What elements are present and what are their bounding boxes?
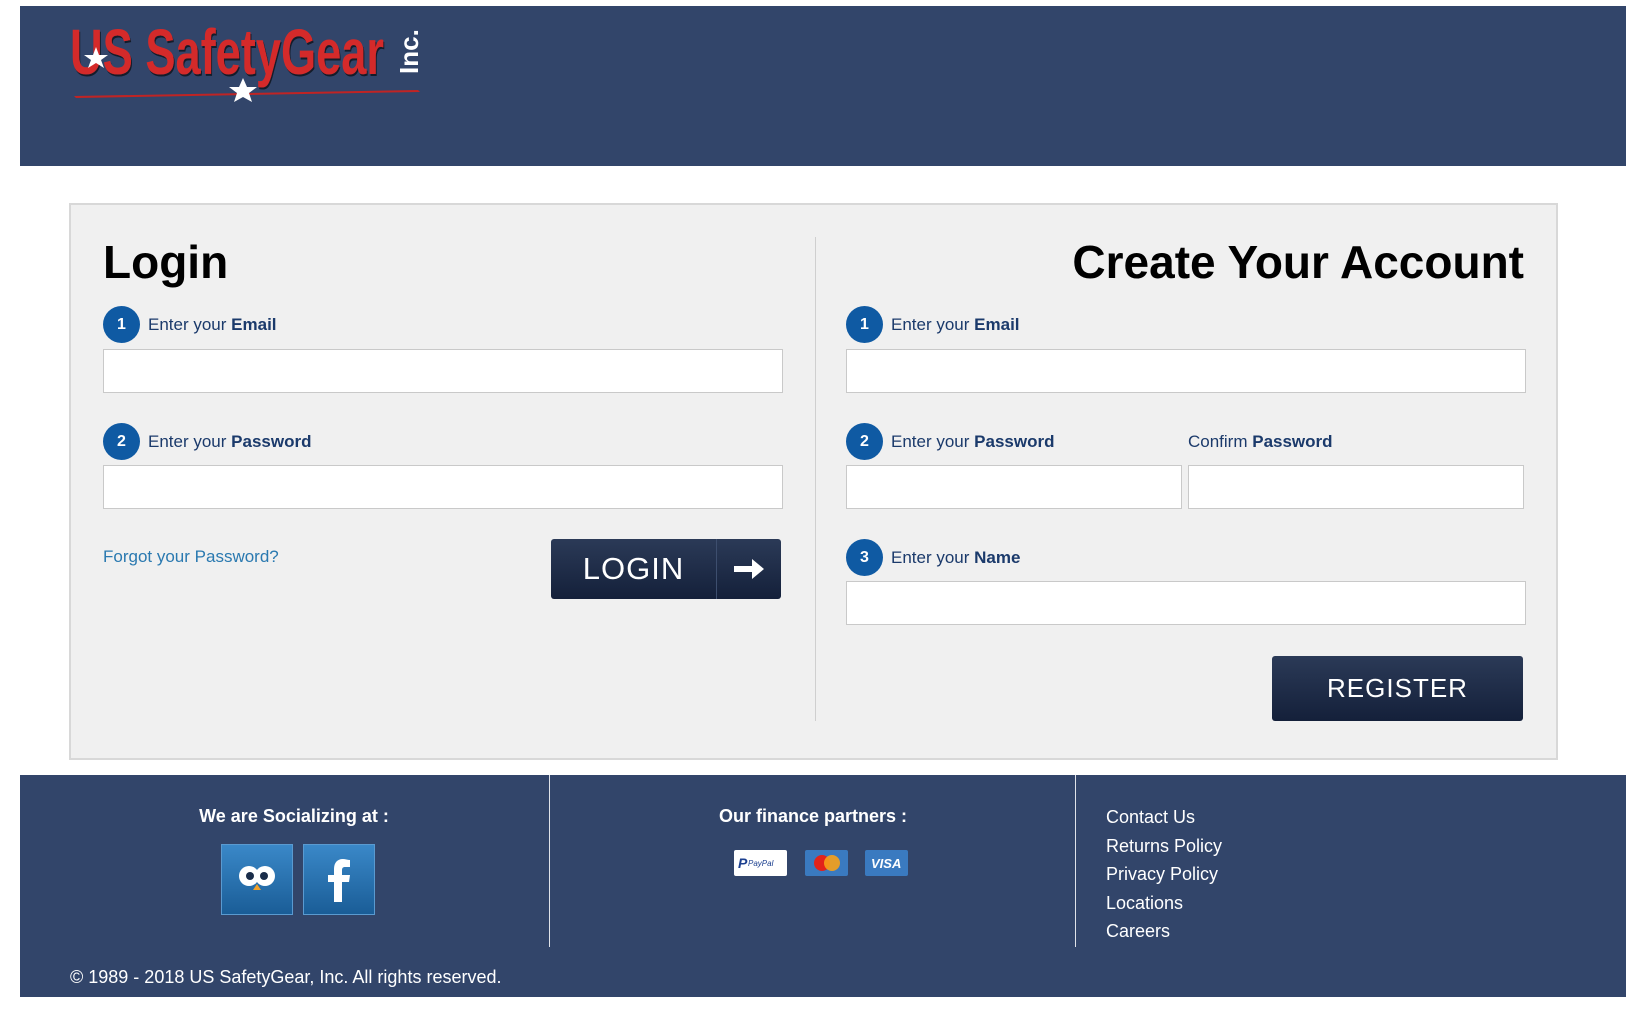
step-badge: 1 xyxy=(103,306,140,343)
step-badge: 3 xyxy=(846,539,883,576)
login-email-label: 1 Enter your Email xyxy=(103,306,277,343)
register-name-input[interactable] xyxy=(846,581,1526,625)
register-password-label: 2 Enter your Password xyxy=(846,423,1054,460)
login-title: Login xyxy=(103,236,229,288)
footer-link-privacy-policy[interactable]: Privacy Policy xyxy=(1106,860,1222,889)
mastercard-icon xyxy=(805,850,848,876)
footer-link-careers[interactable]: Careers xyxy=(1106,917,1222,946)
footer-divider xyxy=(549,775,550,947)
login-password-label: 2 Enter your Password xyxy=(103,423,311,460)
column-divider xyxy=(815,237,816,721)
visa-icon: VISA xyxy=(865,850,908,876)
social-heading: We are Socializing at : xyxy=(199,806,389,826)
site-footer: We are Socializing at : Our finance part… xyxy=(20,775,1626,997)
owl-social-icon[interactable] xyxy=(221,844,293,915)
register-name-label: 3 Enter your Name xyxy=(846,539,1020,576)
login-email-input[interactable] xyxy=(103,349,783,393)
step-badge: 2 xyxy=(103,423,140,460)
register-button[interactable]: REGISTER xyxy=(1272,656,1523,721)
footer-links: Contact Us Returns Policy Privacy Policy… xyxy=(1106,803,1222,946)
register-email-input[interactable] xyxy=(846,349,1526,393)
login-button-label: LOGIN xyxy=(551,539,717,599)
login-password-input[interactable] xyxy=(103,465,783,509)
logo-wordmark: US SafetyGear xyxy=(70,16,384,88)
footer-divider xyxy=(1075,775,1076,947)
forgot-password-link[interactable]: Forgot your Password? xyxy=(103,547,279,567)
finance-heading: Our finance partners : xyxy=(718,806,908,826)
site-header: US SafetyGear Inc. xyxy=(20,6,1626,166)
paypal-icon: P PayPal xyxy=(734,850,787,876)
footer-link-returns-policy[interactable]: Returns Policy xyxy=(1106,832,1222,861)
svg-text:P: P xyxy=(738,855,748,871)
site-logo[interactable]: US SafetyGear Inc. xyxy=(68,8,428,108)
footer-link-contact-us[interactable]: Contact Us xyxy=(1106,803,1222,832)
register-password-input[interactable] xyxy=(846,465,1182,509)
login-button[interactable]: LOGIN xyxy=(551,539,781,599)
confirm-password-input[interactable] xyxy=(1188,465,1524,509)
svg-text:PayPal: PayPal xyxy=(748,859,774,868)
create-account-title: Create Your Account xyxy=(1072,236,1524,288)
step-badge: 2 xyxy=(846,423,883,460)
register-email-label: 1 Enter your Email xyxy=(846,306,1020,343)
footer-link-locations[interactable]: Locations xyxy=(1106,889,1222,918)
facebook-icon[interactable] xyxy=(303,844,375,915)
logo-inc: Inc. xyxy=(394,29,424,74)
auth-panel: Login 1 Enter your Email 2 Enter your Pa… xyxy=(69,203,1558,760)
step-badge: 1 xyxy=(846,306,883,343)
confirm-password-label: Confirm Password xyxy=(1188,432,1333,451)
svg-text:VISA: VISA xyxy=(871,856,901,871)
copyright-text: © 1989 - 2018 US SafetyGear, Inc. All ri… xyxy=(70,967,502,987)
arrow-right-icon xyxy=(717,539,781,599)
